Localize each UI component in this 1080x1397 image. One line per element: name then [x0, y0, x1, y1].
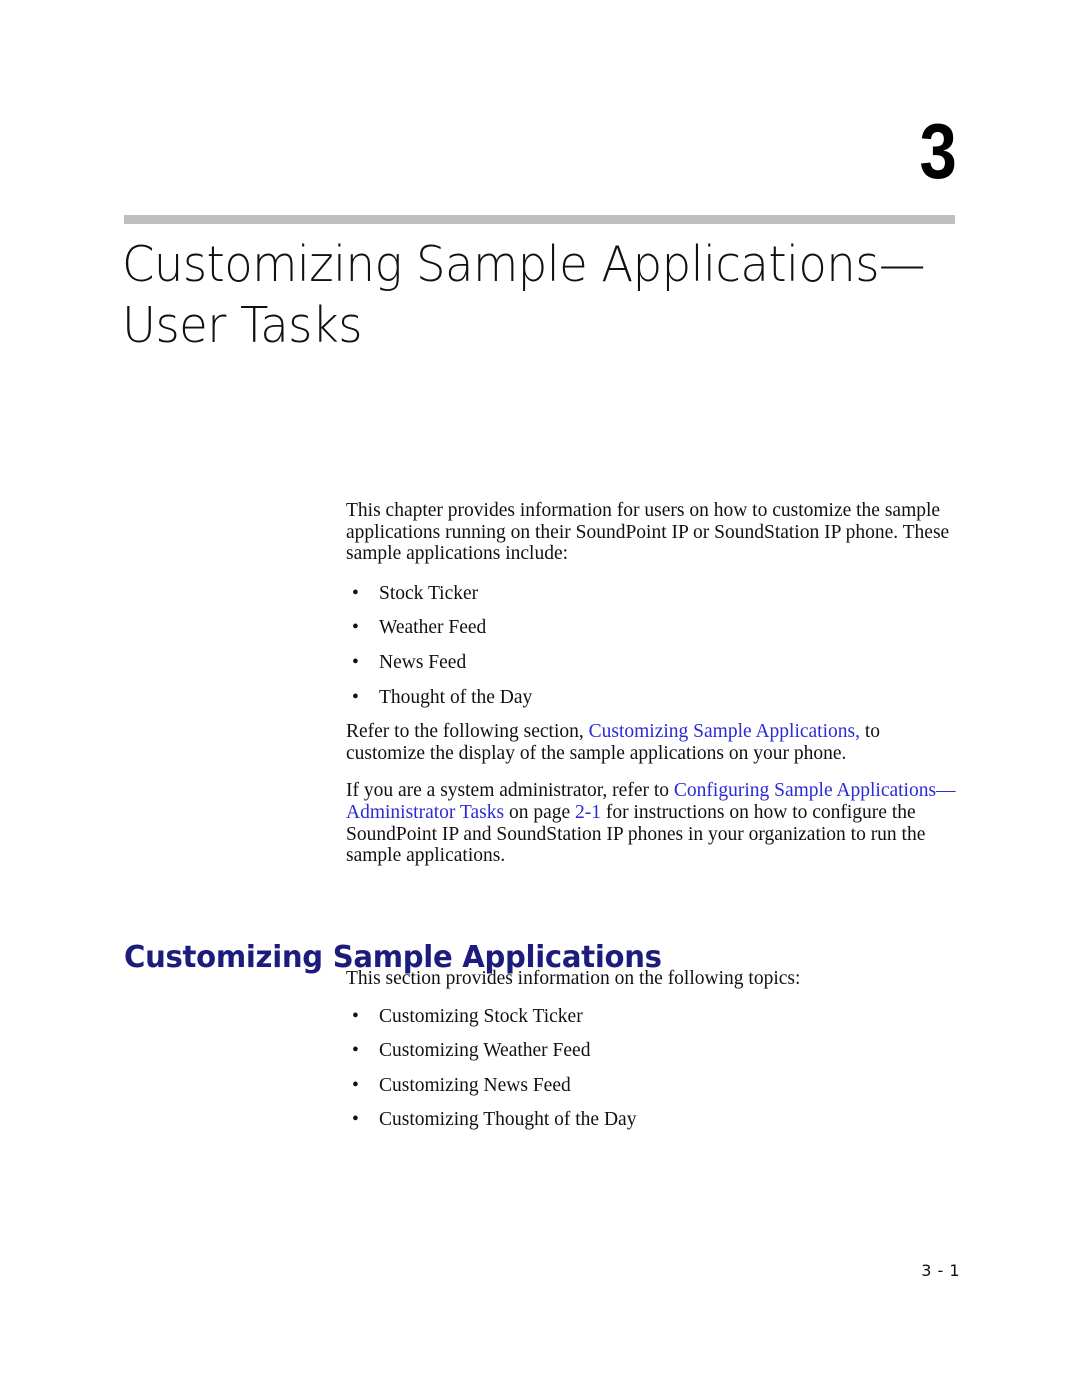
- bullet-icon: •: [352, 1005, 359, 1027]
- bullet-icon: •: [352, 686, 359, 708]
- chapter-title: Customizing Sample Applications— User Ta…: [122, 234, 925, 356]
- section-lead-paragraph: This section provides information on the…: [346, 968, 801, 989]
- link-page-2-1[interactable]: 2-1: [575, 802, 601, 823]
- list-item[interactable]: • Customizing News Feed: [346, 1075, 962, 1097]
- chapter-divider-rule: [124, 215, 955, 224]
- list-item[interactable]: • Customizing Weather Feed: [346, 1040, 962, 1062]
- bullet-icon: •: [352, 1074, 359, 1096]
- list-item-label: Weather Feed: [379, 617, 487, 639]
- section-topic-list: • Customizing Stock Ticker • Customizing…: [346, 1006, 962, 1131]
- intro-paragraph: This chapter provides information for us…: [346, 500, 950, 565]
- link-customizing-thought-of-the-day[interactable]: Customizing Thought of the Day: [379, 1109, 636, 1130]
- list-item-label: Stock Ticker: [379, 582, 479, 604]
- list-item-label: Thought of the Day: [379, 686, 533, 708]
- list-item-label: News Feed: [379, 651, 467, 673]
- list-item: • Weather Feed: [346, 617, 962, 639]
- list-item: • Stock Ticker: [346, 583, 962, 605]
- link-customizing-weather-feed[interactable]: Customizing Weather Feed: [379, 1040, 590, 1061]
- chapter-title-line-1: Customizing Sample Applications—: [122, 236, 925, 293]
- admin-paragraph-middle: on page: [504, 801, 575, 823]
- sample-application-list: • Stock Ticker • Weather Feed • News Fee…: [346, 583, 962, 708]
- chapter-title-line-2: User Tasks: [122, 297, 362, 354]
- list-item: • News Feed: [346, 652, 962, 674]
- bullet-icon: •: [352, 1109, 359, 1131]
- link-customizing-news-feed[interactable]: Customizing News Feed: [379, 1075, 571, 1096]
- admin-paragraph: If you are a system administrator, refer…: [346, 780, 962, 866]
- bullet-icon: •: [352, 1040, 359, 1062]
- bullet-icon: •: [352, 582, 359, 604]
- link-customizing-sample-applications[interactable]: Customizing Sample Applications,: [589, 721, 860, 742]
- page-number-footer: 3 - 1: [921, 1261, 960, 1280]
- list-item[interactable]: • Customizing Thought of the Day: [346, 1109, 962, 1131]
- list-item[interactable]: • Customizing Stock Ticker: [346, 1006, 962, 1028]
- link-customizing-stock-ticker[interactable]: Customizing Stock Ticker: [379, 1006, 583, 1027]
- list-item: • Thought of the Day: [346, 687, 962, 709]
- bullet-icon: •: [352, 617, 359, 639]
- bullet-icon: •: [352, 651, 359, 673]
- refer-paragraph-before: Refer to the following section,: [346, 721, 589, 743]
- document-page: 3 Customizing Sample Applications— User …: [0, 0, 1080, 1397]
- chapter-intro-block: This chapter provides information for us…: [346, 500, 962, 885]
- admin-paragraph-before: If you are a system administrator, refer…: [346, 780, 674, 802]
- refer-paragraph: Refer to the following section, Customiz…: [346, 721, 962, 764]
- section-intro-block: This section provides information on the…: [346, 968, 962, 1144]
- chapter-number: 3: [919, 107, 957, 195]
